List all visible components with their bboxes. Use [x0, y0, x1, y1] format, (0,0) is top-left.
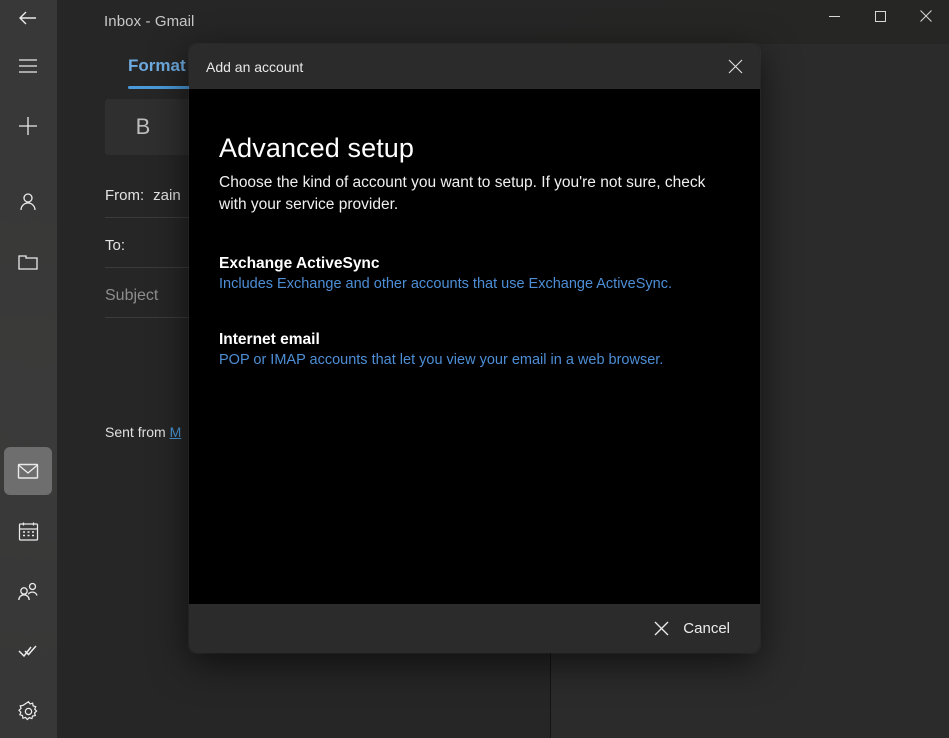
message-signature: Sent from M	[105, 424, 181, 440]
close-icon[interactable]	[903, 0, 949, 32]
calendar-icon[interactable]	[4, 507, 52, 555]
account-option-title: Internet email	[219, 331, 320, 348]
navigation-rail	[0, 0, 57, 738]
account-option-title: Exchange ActiveSync	[219, 255, 380, 272]
cancel-x-icon	[654, 621, 669, 636]
add-account-dialog: Add an account Advanced setup Choose the…	[189, 44, 760, 653]
bold-button[interactable]: B	[105, 99, 181, 155]
sidebar-item-mail[interactable]	[4, 447, 52, 495]
dialog-close-icon[interactable]	[713, 44, 758, 89]
from-field-value: zain	[153, 187, 181, 204]
to-field-label: To:	[105, 237, 126, 254]
signature-prefix: Sent from	[105, 424, 170, 440]
account-option-exchange-activesync[interactable]: Exchange ActiveSync Includes Exchange an…	[219, 255, 730, 292]
mail-icon	[16, 459, 40, 483]
account-option-description: POP or IMAP accounts that let you view y…	[219, 352, 664, 368]
dialog-description: Choose the kind of account you want to s…	[219, 174, 706, 213]
minimize-icon[interactable]	[811, 0, 857, 32]
folder-icon[interactable]	[4, 238, 52, 286]
cancel-button[interactable]: Cancel	[646, 614, 738, 643]
cancel-button-label: Cancel	[683, 620, 730, 637]
account-option-internet-email[interactable]: Internet email POP or IMAP accounts that…	[219, 331, 730, 368]
tab-format[interactable]: Format	[128, 56, 186, 76]
window-titlebar: Inbox - Gmail	[57, 0, 949, 44]
people-icon[interactable]	[4, 568, 52, 616]
dialog-title: Add an account	[206, 58, 304, 75]
window-title: Inbox - Gmail	[104, 13, 195, 30]
hamburger-menu-icon[interactable]	[4, 42, 52, 90]
new-mail-icon[interactable]	[4, 102, 52, 150]
dialog-body: Advanced setup Choose the kind of accoun…	[189, 89, 760, 604]
subject-input[interactable]: Subject	[105, 287, 158, 305]
from-field-label: From:	[105, 187, 145, 204]
account-icon[interactable]	[4, 178, 52, 226]
settings-gear-icon[interactable]	[4, 687, 52, 735]
tasks-icon[interactable]	[4, 628, 52, 676]
maximize-icon[interactable]	[857, 0, 903, 32]
dialog-footer: Cancel	[189, 604, 760, 653]
account-option-description: Includes Exchange and other accounts tha…	[219, 276, 673, 292]
window-controls	[811, 0, 949, 32]
mail-app-window: unts t settings. mail.com om t Format B …	[0, 0, 949, 738]
signature-link[interactable]: M	[170, 424, 182, 440]
dialog-heading: Advanced setup	[219, 133, 415, 163]
back-icon[interactable]	[4, 0, 52, 42]
dialog-titlebar: Add an account	[189, 44, 760, 89]
